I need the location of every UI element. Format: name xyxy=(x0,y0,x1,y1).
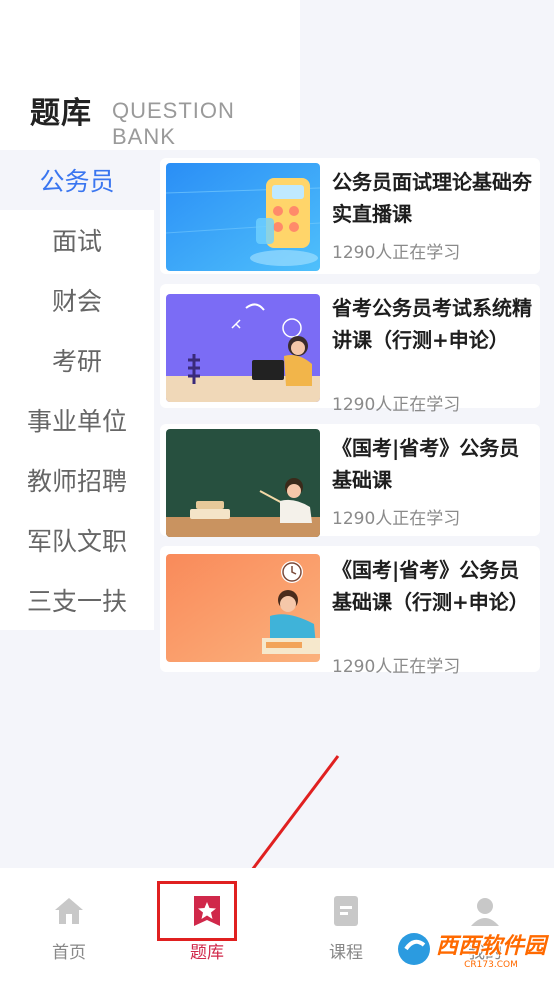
watermark: 西西软件园 CR173.COM xyxy=(396,928,546,970)
tab-home[interactable]: 首页 xyxy=(19,894,119,963)
annotation-arrow xyxy=(238,755,340,890)
document-icon xyxy=(334,896,358,926)
home-icon xyxy=(55,898,83,924)
user-icon xyxy=(471,898,499,926)
watermark-subtext: CR173.COM xyxy=(464,960,518,970)
tab-courses[interactable]: 课程 xyxy=(296,894,396,963)
annotation-highlight-box xyxy=(157,881,237,941)
watermark-text: 西西软件园 xyxy=(435,934,546,959)
watermark-logo-icon xyxy=(397,933,430,965)
